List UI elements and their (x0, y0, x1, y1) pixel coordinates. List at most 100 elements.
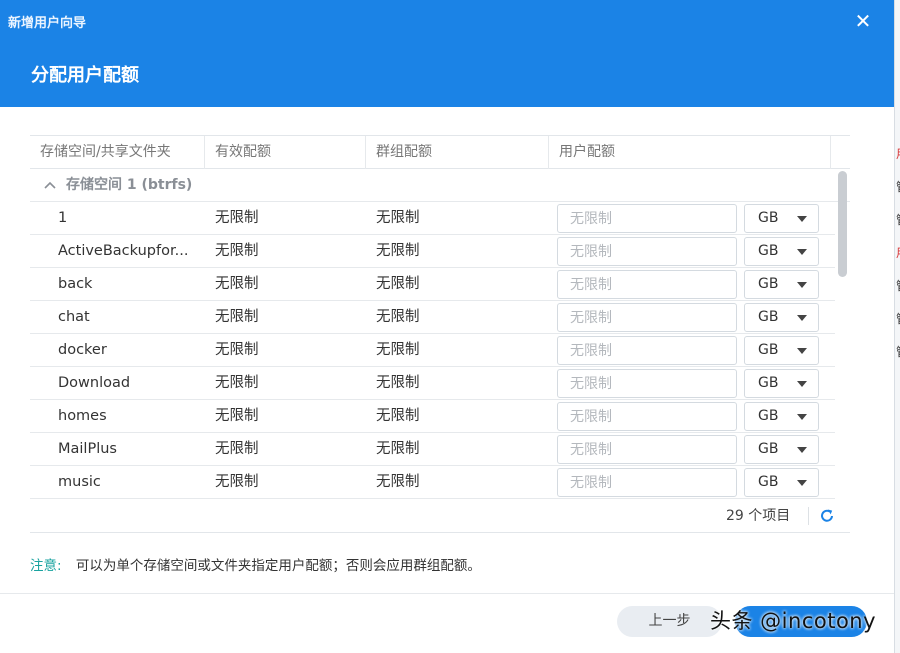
folder-name: back (58, 276, 93, 292)
item-count: 29 个项目 (726, 508, 791, 524)
caret-down-icon (797, 381, 807, 387)
caret-down-icon (797, 282, 807, 288)
vertical-scrollbar[interactable] (836, 169, 850, 499)
unit-value: GB (758, 210, 779, 226)
unit-select[interactable]: GB (744, 237, 819, 266)
table-row: 1 无限制 无限制 GB (30, 202, 835, 235)
user-quota-input[interactable] (557, 468, 737, 497)
unit-select[interactable]: GB (744, 402, 819, 431)
table-row: Download 无限制 无限制 GB (30, 367, 835, 400)
folder-name: 1 (58, 210, 68, 226)
user-quota-input[interactable] (557, 369, 737, 398)
create-user-wizard-dialog: 新增用户向导 ✕ 分配用户配额 存储空间/共享文件夹 有效配额 群组配额 用户配… (0, 0, 894, 653)
user-quota-input[interactable] (557, 204, 737, 233)
user-quota-input[interactable] (557, 303, 737, 332)
column-header-effective-quota[interactable]: 有效配额 (205, 136, 366, 169)
effective-quota: 无限制 (215, 474, 259, 490)
unit-value: GB (758, 276, 779, 292)
group-quota: 无限制 (376, 474, 420, 490)
unit-select[interactable]: GB (744, 468, 819, 497)
quota-table: 存储空间/共享文件夹 有效配额 群组配额 用户配额 存储空间 1 (btrfs)… (30, 135, 850, 533)
background-window-edge: 用 管 管 用 管 管 管 (894, 0, 900, 653)
refresh-icon[interactable] (818, 507, 836, 525)
unit-value: GB (758, 309, 779, 325)
previous-button[interactable]: 上一步 (617, 606, 722, 637)
background-text: 管 (896, 213, 900, 227)
background-text: 管 (896, 180, 900, 194)
table-row: chat 无限制 无限制 GB (30, 301, 835, 334)
folder-name: Download (58, 375, 131, 391)
column-header-user-quota[interactable]: 用户配额 (549, 136, 831, 169)
divider (808, 507, 809, 525)
group-quota: 无限制 (376, 342, 420, 358)
group-quota: 无限制 (376, 441, 420, 457)
column-header-group-quota[interactable]: 群组配额 (366, 136, 549, 169)
note-label: 注意: (30, 558, 62, 574)
background-text: 管 (896, 312, 900, 326)
folder-name: docker (58, 342, 107, 358)
column-header-folder[interactable]: 存储空间/共享文件夹 (30, 136, 205, 169)
table-row: docker 无限制 无限制 GB (30, 334, 835, 367)
group-quota: 无限制 (376, 375, 420, 391)
watermark: 头条 @incotony (710, 609, 877, 633)
volume-group-label: 存储空间 1 (btrfs) (66, 177, 193, 193)
group-quota: 无限制 (376, 408, 420, 424)
table-footer: 29 个项目 (30, 499, 850, 533)
group-quota: 无限制 (376, 276, 420, 292)
folder-name: homes (58, 408, 107, 424)
group-quota: 无限制 (376, 210, 420, 226)
unit-select[interactable]: GB (744, 204, 819, 233)
folder-name: ActiveBackupfor... (58, 243, 189, 259)
table-body: 1 无限制 无限制 GB ActiveBackupfor... 无限制 无限制 … (30, 202, 835, 499)
table-row: back 无限制 无限制 GB (30, 268, 835, 301)
group-quota: 无限制 (376, 309, 420, 325)
chevron-up-icon[interactable] (42, 177, 58, 193)
close-icon[interactable]: ✕ (852, 10, 874, 32)
user-quota-input[interactable] (557, 237, 737, 266)
effective-quota: 无限制 (215, 276, 259, 292)
folder-name: chat (58, 309, 90, 325)
scrollbar-thumb[interactable] (838, 171, 847, 277)
background-text: 管 (896, 279, 900, 293)
unit-value: GB (758, 441, 779, 457)
quota-note: 注意: 可以为单个存储空间或文件夹指定用户配额；否则会应用群组配额。 (30, 554, 481, 574)
effective-quota: 无限制 (215, 408, 259, 424)
caret-down-icon (797, 249, 807, 255)
dialog-header: 新增用户向导 ✕ 分配用户配额 (0, 0, 894, 107)
unit-value: GB (758, 342, 779, 358)
background-text: 用 (896, 246, 900, 260)
user-quota-input[interactable] (557, 336, 737, 365)
unit-select[interactable]: GB (744, 336, 819, 365)
table-row: MailPlus 无限制 无限制 GB (30, 433, 835, 466)
caret-down-icon (797, 348, 807, 354)
unit-value: GB (758, 375, 779, 391)
volume-group-row[interactable]: 存储空间 1 (btrfs) (30, 169, 850, 202)
caret-down-icon (797, 480, 807, 486)
folder-name: MailPlus (58, 441, 117, 457)
user-quota-input[interactable] (557, 435, 737, 464)
effective-quota: 无限制 (215, 210, 259, 226)
user-quota-input[interactable] (557, 270, 737, 299)
user-quota-input[interactable] (557, 402, 737, 431)
table-row: ActiveBackupfor... 无限制 无限制 GB (30, 235, 835, 268)
table-row: music 无限制 无限制 GB (30, 466, 835, 499)
group-quota: 无限制 (376, 243, 420, 259)
effective-quota: 无限制 (215, 342, 259, 358)
note-text: 可以为单个存储空间或文件夹指定用户配额；否则会应用群组配额。 (75, 558, 481, 574)
table-row: homes 无限制 无限制 GB (30, 400, 835, 433)
effective-quota: 无限制 (215, 441, 259, 457)
folder-name: music (58, 474, 101, 490)
background-text: 管 (896, 345, 900, 359)
background-text: 用 (896, 147, 900, 161)
caret-down-icon (797, 414, 807, 420)
caret-down-icon (797, 216, 807, 222)
effective-quota: 无限制 (215, 309, 259, 325)
unit-select[interactable]: GB (744, 303, 819, 332)
table-header: 存储空间/共享文件夹 有效配额 群组配额 用户配额 (30, 135, 850, 169)
unit-select[interactable]: GB (744, 270, 819, 299)
unit-select[interactable]: GB (744, 369, 819, 398)
unit-value: GB (758, 474, 779, 490)
window-title: 新增用户向导 (8, 16, 87, 31)
caret-down-icon (797, 447, 807, 453)
unit-select[interactable]: GB (744, 435, 819, 464)
